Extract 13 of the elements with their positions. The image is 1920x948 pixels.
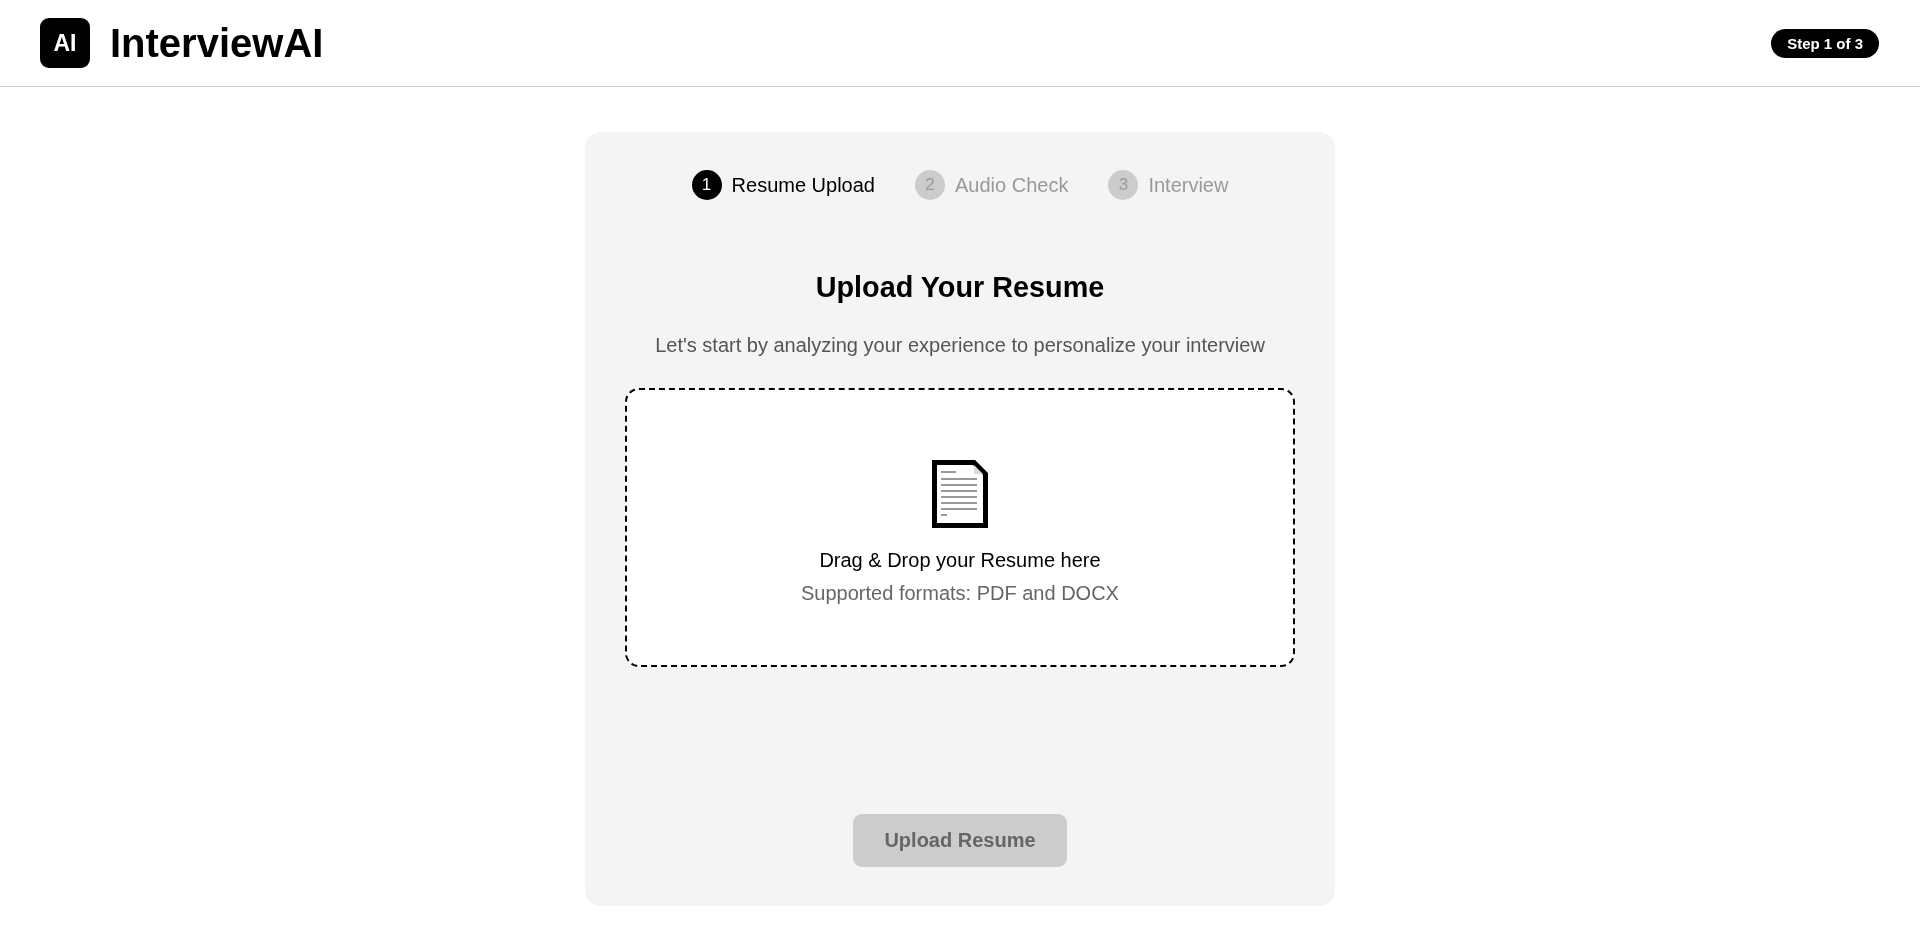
step-counter-badge: Step 1 of 3 xyxy=(1771,28,1879,58)
step-label: Interview xyxy=(1148,173,1229,197)
app-title: InterviewAI xyxy=(110,20,324,66)
upload-heading: Upload Your Resume xyxy=(815,270,1105,304)
file-dropzone[interactable]: Drag & Drop your Resume here Supported formats: PDF and DOCX xyxy=(625,388,1295,667)
step-label: Audio Check xyxy=(955,173,1069,197)
logo-tile: AI xyxy=(40,18,90,68)
step-label: Resume Upload xyxy=(731,173,875,197)
upload-subtitle: Let's start by analyzing your experience to personalize your interview xyxy=(655,334,1265,357)
step-number: 1 xyxy=(691,170,722,200)
dropzone-prompt: Drag & Drop your Resume here xyxy=(819,549,1101,572)
format-hint: Supported formats: PDF and DOCX xyxy=(801,582,1119,605)
document-icon xyxy=(932,460,988,528)
